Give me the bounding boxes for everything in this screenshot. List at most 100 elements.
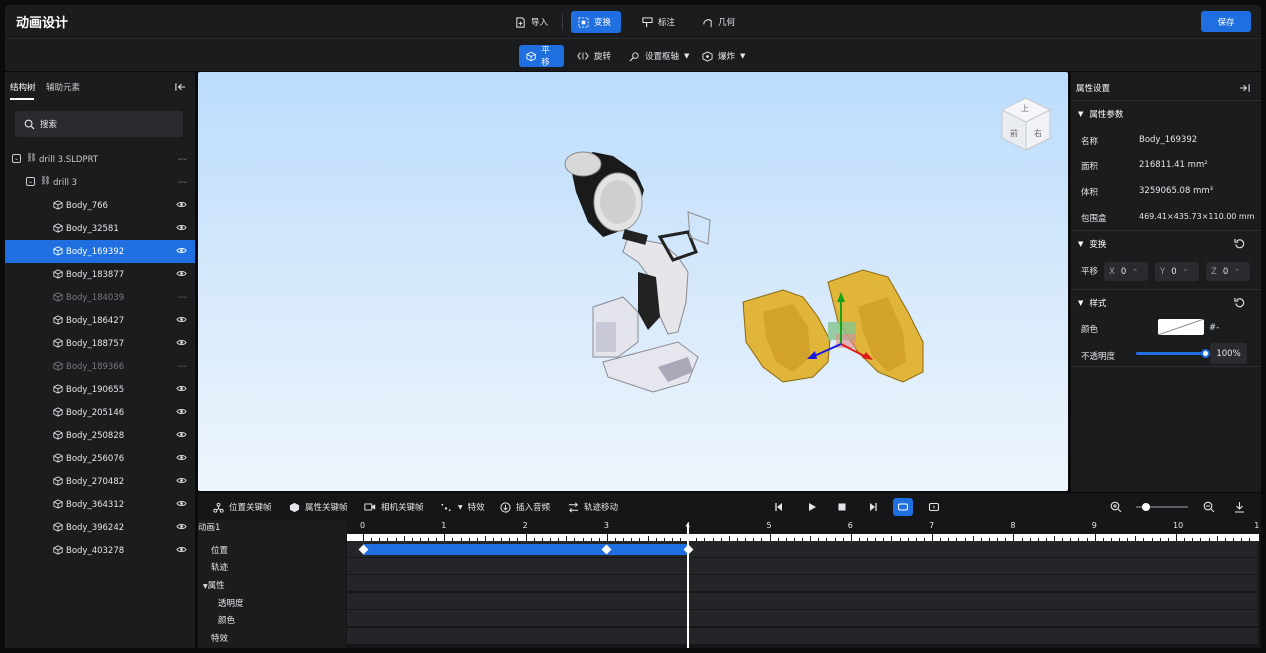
eye-icon[interactable] (176, 453, 187, 462)
eye-closed-icon[interactable]: ⌣⌣ (178, 178, 187, 187)
eye-icon[interactable] (176, 315, 187, 324)
translate-y-field[interactable]: Y 0 ⌃ (1155, 262, 1199, 281)
tree-item[interactable]: Body_364312 (5, 493, 195, 516)
tree-item[interactable]: Body_32581 (5, 217, 195, 240)
collapse-panel-icon[interactable] (175, 82, 186, 92)
property-keyframe-button[interactable]: 属性关键帧 (289, 501, 348, 513)
tab-auxiliary[interactable]: 辅助元素 (46, 81, 80, 93)
translate-z-field[interactable]: Z 0 ⌃ (1206, 262, 1250, 281)
tab-annotate[interactable]: 标注 (635, 11, 682, 33)
loop-toggle[interactable] (893, 498, 913, 516)
eye-icon[interactable] (176, 200, 187, 209)
collapse-toggle-icon[interactable]: ⌄ (26, 177, 35, 186)
eye-icon[interactable] (176, 246, 187, 255)
opacity-slider-handle[interactable] (1201, 349, 1210, 358)
loop-once-icon[interactable] (928, 501, 940, 513)
eye-icon[interactable] (176, 499, 187, 508)
tree-item[interactable]: Body_766 (5, 194, 195, 217)
tree-item[interactable]: Body_270482 (5, 470, 195, 493)
track-row-color[interactable] (347, 610, 1258, 627)
eye-icon[interactable] (176, 476, 187, 485)
tree-item[interactable]: Body_169392 (5, 240, 195, 263)
step-back-icon[interactable] (774, 502, 784, 512)
tab-structure-tree[interactable]: 结构树 (10, 81, 36, 93)
track-row-property[interactable] (347, 575, 1258, 592)
tab-geometry[interactable]: 几何 (695, 11, 742, 33)
move-tool-button[interactable]: 平移 (519, 45, 564, 68)
step-forward-icon[interactable] (868, 502, 878, 512)
playhead[interactable] (687, 524, 690, 648)
pivot-tool-button[interactable]: 设置枢轴 ▼ (622, 45, 696, 67)
translate-x-field[interactable]: X 0 ⌃ (1104, 262, 1148, 281)
tab-import[interactable]: 导入 (508, 11, 555, 33)
view-cube-front[interactable]: 前 (1010, 128, 1018, 139)
eye-closed-icon[interactable]: ⌣⌣ (178, 155, 187, 164)
tree-item[interactable]: Body_183877 (5, 263, 195, 286)
stepper-icon[interactable]: ⌃ (1132, 268, 1138, 276)
eye-icon[interactable] (176, 384, 187, 393)
rotate-tool-button[interactable]: 旋转 (570, 45, 618, 67)
opacity-input[interactable]: 100% (1210, 343, 1247, 364)
expand-panel-icon[interactable] (1239, 83, 1250, 93)
tab-transform[interactable]: 变换 (571, 11, 621, 33)
eye-icon[interactable] (176, 545, 187, 554)
stepper-icon[interactable]: ⌃ (1234, 268, 1240, 276)
transform-section-header[interactable]: ▼ 变换 (1078, 238, 1106, 250)
eye-icon[interactable] (176, 269, 187, 278)
zoom-slider[interactable] (1136, 503, 1188, 511)
zoom-out-icon[interactable] (1203, 501, 1215, 513)
zoom-in-icon[interactable] (1110, 501, 1122, 513)
eye-icon[interactable] (176, 338, 187, 347)
tree-item[interactable]: Body_396242 (5, 516, 195, 539)
stepper-icon[interactable]: ⌃ (1183, 268, 1189, 276)
camera-keyframe-button[interactable]: 相机关键帧 (364, 501, 424, 513)
eye-closed-icon[interactable]: ⌣⌣ (178, 362, 187, 371)
tree-item[interactable]: Body_403278 (5, 539, 195, 562)
reset-icon[interactable] (1234, 238, 1245, 249)
opacity-slider[interactable] (1136, 349, 1210, 358)
view-cube-right[interactable]: 右 (1034, 128, 1042, 139)
3d-viewport[interactable]: 上 前 右 (198, 72, 1068, 491)
track-row-path[interactable] (347, 558, 1258, 575)
eye-closed-icon[interactable]: ⌣⌣ (178, 293, 187, 302)
tree-item[interactable]: Body_184039 ⌣⌣ (5, 286, 195, 309)
view-cube[interactable]: 上 前 右 (1000, 96, 1052, 152)
eye-icon[interactable] (176, 522, 187, 531)
download-icon[interactable] (1234, 501, 1245, 513)
path-move-button[interactable]: 轨迹移动 (568, 501, 618, 513)
collapse-toggle-icon[interactable]: ⌄ (12, 154, 21, 163)
tree-item[interactable]: Body_250828 (5, 424, 195, 447)
reset-icon[interactable] (1234, 297, 1245, 308)
params-section-header[interactable]: ▼ 属性参数 (1078, 108, 1123, 120)
tree-item[interactable]: Body_189366 ⌣⌣ (5, 355, 195, 378)
position-keyframe-button[interactable]: 位置关键帧 (213, 501, 272, 513)
save-button[interactable]: 保存 (1201, 11, 1251, 32)
search-input[interactable]: 搜索 (15, 111, 183, 137)
eye-icon[interactable] (176, 430, 187, 439)
tree-item[interactable]: Body_205146 (5, 401, 195, 424)
stop-icon[interactable] (837, 502, 847, 512)
explode-tool-button[interactable]: 爆炸 ▼ (695, 45, 752, 67)
ruler-tick-label: 7 (929, 521, 935, 530)
insert-audio-button[interactable]: 插入音频 (500, 501, 550, 513)
chevron-down-icon: ▼ (740, 52, 746, 60)
track-row-effect[interactable] (347, 628, 1258, 645)
eye-icon[interactable] (176, 407, 187, 416)
color-swatch[interactable] (1158, 319, 1204, 335)
zoom-slider-handle[interactable] (1142, 503, 1151, 511)
tree-item[interactable]: Body_190655 (5, 378, 195, 401)
position-animation-bar[interactable] (363, 544, 689, 555)
tree-item[interactable]: Body_186427 (5, 309, 195, 332)
view-cube-top[interactable]: 上 (1021, 103, 1029, 114)
tree-subroot[interactable]: ⌄ ⛓ drill 3 ⌣⌣ (5, 171, 195, 194)
track-property-label[interactable]: ▼属性 (203, 579, 225, 591)
style-section-header[interactable]: ▼ 样式 (1078, 297, 1106, 309)
time-ruler[interactable]: 0123456789101 (347, 520, 1259, 541)
eye-icon[interactable] (176, 223, 187, 232)
track-row-opacity[interactable] (347, 593, 1258, 610)
play-icon[interactable] (807, 502, 817, 512)
tree-root[interactable]: ⌄ ⛓ drill 3.SLDPRT ⌣⌣ (5, 148, 195, 171)
tree-item[interactable]: Body_188757 (5, 332, 195, 355)
tree-item[interactable]: Body_256076 (5, 447, 195, 470)
effect-button[interactable]: ▼ 特效 (439, 501, 485, 513)
